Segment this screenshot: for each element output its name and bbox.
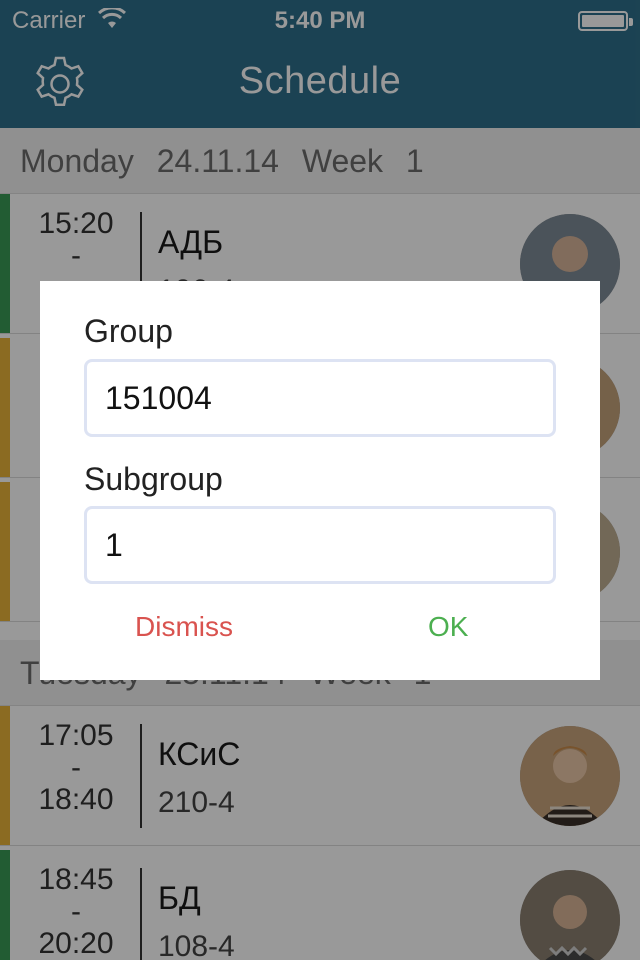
group-settings-dialog: Group Subgroup Dismiss OK — [40, 281, 600, 680]
dismiss-button[interactable]: Dismiss — [135, 611, 233, 643]
ok-button[interactable]: OK — [428, 611, 468, 643]
group-label: Group — [84, 313, 173, 349]
subgroup-input[interactable] — [84, 506, 556, 584]
group-input[interactable] — [84, 359, 556, 437]
subgroup-label: Subgroup — [84, 461, 223, 497]
